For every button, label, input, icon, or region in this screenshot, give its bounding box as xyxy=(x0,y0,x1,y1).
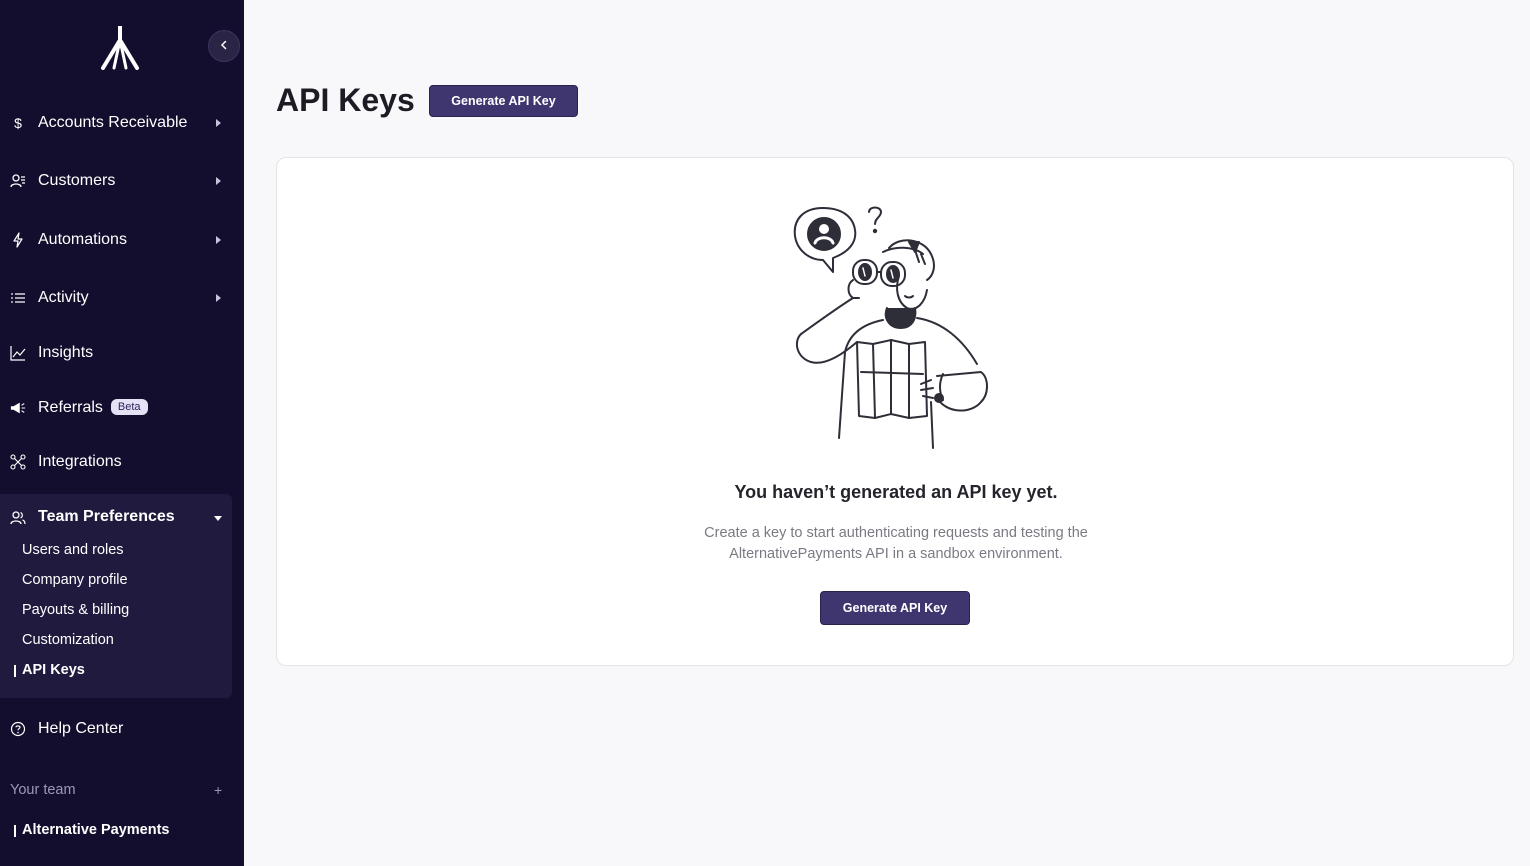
sidebar: $ Accounts Receivable Customers Automati… xyxy=(0,0,244,866)
dollar-icon: $ xyxy=(14,115,22,131)
nav-item-label: Automations xyxy=(38,231,127,248)
empty-state-title: You haven’t generated an API key yet. xyxy=(734,482,1058,502)
list-icon xyxy=(10,290,26,306)
alternative-payments-logo[interactable] xyxy=(100,24,140,70)
explorer-binoculars-illustration xyxy=(791,202,1001,450)
team-active-indicator xyxy=(14,825,16,837)
sub-item-api-keys[interactable]: API Keys xyxy=(22,662,85,678)
sub-item-users-and-roles[interactable]: Users and roles xyxy=(22,542,124,558)
chevron-left-icon xyxy=(219,37,229,55)
nav-item-customers[interactable]: Customers xyxy=(0,161,244,201)
nav-item-help-center[interactable]: Help Center xyxy=(0,709,244,749)
your-team-label: Your team xyxy=(10,782,76,798)
nav-item-label-wrap: Referrals Beta xyxy=(38,398,148,417)
team-icon xyxy=(10,510,26,526)
nav-item-label: Help Center xyxy=(38,720,124,737)
chart-line-icon xyxy=(10,345,26,361)
help-circle-icon xyxy=(10,721,26,737)
lightning-icon xyxy=(10,232,26,248)
caret-right-icon xyxy=(216,236,221,244)
empty-state-description: Create a key to start authenticating req… xyxy=(704,525,1088,562)
generate-api-key-card-button[interactable]: Generate API Key xyxy=(820,591,970,625)
megaphone-icon xyxy=(10,400,26,416)
nav-item-label: Activity xyxy=(38,289,89,306)
nav-item-label: Insights xyxy=(38,344,94,361)
nav-item-activity[interactable]: Activity xyxy=(0,278,244,318)
nav-item-label: Team Preferences xyxy=(38,508,175,525)
customers-icon xyxy=(10,173,26,189)
caret-down-icon xyxy=(214,516,222,521)
empty-state-card: You haven’t generated an API key yet. Cr… xyxy=(276,157,1514,666)
nav-item-accounts-receivable[interactable]: $ Accounts Receivable xyxy=(0,103,244,143)
sub-item-payouts-billing[interactable]: Payouts & billing xyxy=(22,602,129,618)
nav-item-label: Accounts Receivable xyxy=(38,114,188,131)
add-team-icon[interactable]: + xyxy=(214,782,222,798)
generate-api-key-button[interactable]: Generate API Key xyxy=(429,85,578,117)
team-preferences-group: Team Preferences Users and roles Company… xyxy=(0,494,232,698)
collapse-sidebar-button[interactable] xyxy=(208,30,240,62)
nav-item-insights[interactable]: Insights xyxy=(0,333,244,373)
integrations-icon xyxy=(10,454,26,470)
sub-item-company-profile[interactable]: Company profile xyxy=(22,572,128,588)
nav-item-label: Referrals xyxy=(38,399,103,416)
nav-item-automations[interactable]: Automations xyxy=(0,220,244,260)
nav-item-team-preferences[interactable]: Team Preferences xyxy=(0,496,232,536)
caret-right-icon xyxy=(216,294,221,302)
beta-badge: Beta xyxy=(110,398,148,415)
nav-item-label: Customers xyxy=(38,172,116,189)
active-indicator xyxy=(14,665,16,677)
nav-item-integrations[interactable]: Integrations xyxy=(0,442,244,482)
caret-right-icon xyxy=(216,177,221,185)
sub-item-customization[interactable]: Customization xyxy=(22,632,114,648)
page-title: API Keys xyxy=(276,82,415,118)
nav-item-label: Integrations xyxy=(38,453,122,470)
caret-right-icon xyxy=(216,119,221,127)
team-name[interactable]: Alternative Payments xyxy=(22,822,169,838)
nav-item-referrals[interactable]: Referrals Beta xyxy=(0,388,244,428)
